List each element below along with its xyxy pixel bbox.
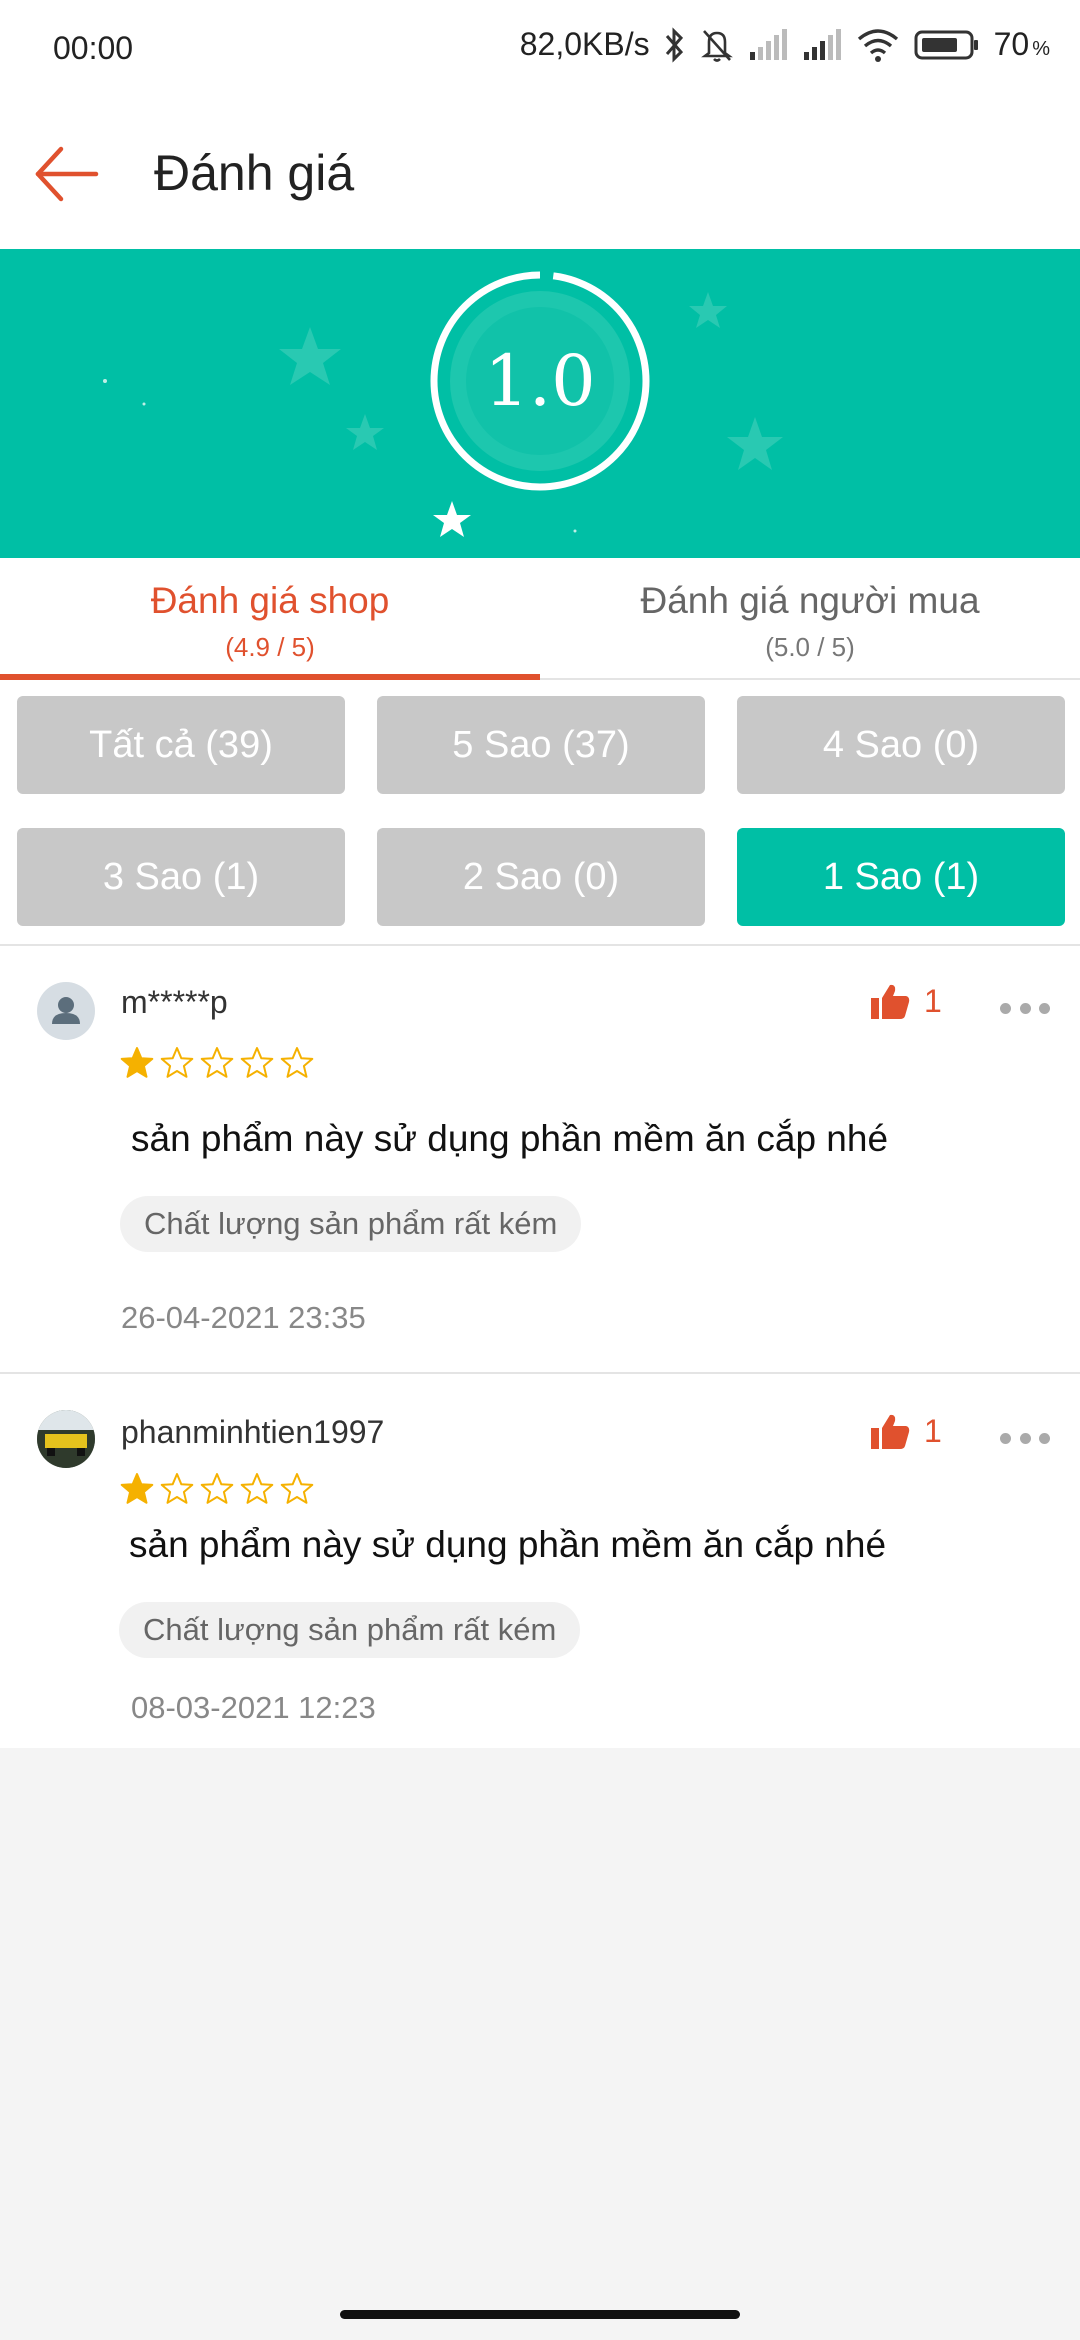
like-count: 1 (924, 982, 942, 1019)
more-options-button[interactable] (1000, 1431, 1050, 1445)
review-tag: Chất lượng sản phẩm rất kém (119, 1602, 581, 1658)
battery-icon (914, 30, 978, 59)
more-dot (1000, 1432, 1011, 1444)
review-date: 26-04-2021 23:35 (121, 1300, 366, 1335)
star-empty-icon (240, 1047, 274, 1078)
avatar[interactable] (37, 1410, 95, 1468)
tab-buyer-rating[interactable]: Đánh giá người mua (5.0 / 5) (540, 558, 1080, 678)
signal-icon (749, 28, 787, 60)
battery-unit: % (1032, 38, 1050, 60)
review-item: phanminhtien1997 1 sản phẩm này sử dụng … (0, 1372, 1080, 1748)
star-empty-icon (240, 1473, 274, 1504)
default-user-icon (52, 997, 80, 1024)
more-dot (1019, 1002, 1031, 1014)
more-dot (1000, 1002, 1011, 1014)
signal-icon (803, 28, 841, 60)
star-filled-icon (120, 1473, 154, 1504)
filter-3-star[interactable]: 3 Sao (1) (17, 828, 345, 926)
review-tag: Chất lượng sản phẩm rất kém (120, 1196, 582, 1252)
review-date: 08-03-2021 12:23 (131, 1690, 376, 1725)
star-empty-icon (160, 1047, 194, 1078)
star-empty-icon (200, 1473, 234, 1504)
star-empty-icon (280, 1047, 314, 1078)
tab-score: (4.9 / 5) (225, 632, 315, 662)
star-empty-icon (280, 1473, 314, 1504)
star-filters: Tất cả (39) 5 Sao (37) 4 Sao (0) 3 Sao (… (0, 680, 1080, 946)
rating-score: 1.0 (484, 340, 596, 422)
tab-score: (5.0 / 5) (765, 632, 855, 662)
more-dot (1039, 1432, 1050, 1444)
like-count: 1 (924, 1412, 942, 1449)
page-title: Đánh giá (154, 145, 355, 201)
filter-1-star[interactable]: 1 Sao (1) (737, 828, 1065, 926)
bluetooth-icon (665, 26, 683, 63)
thumbs-up-icon (871, 1414, 910, 1449)
star-filled-icon (120, 1047, 154, 1078)
filter-all[interactable]: Tất cả (39) (17, 696, 345, 794)
like-button[interactable]: 1 (870, 982, 942, 1020)
arrow-left-icon[interactable] (34, 141, 100, 207)
mute-icon (700, 29, 733, 62)
filter-4-star[interactable]: 4 Sao (0) (737, 696, 1065, 794)
review-username: m*****p (121, 984, 228, 1020)
filter-5-star[interactable]: 5 Sao (37) (377, 696, 705, 794)
status-time: 00:00 (53, 30, 134, 66)
more-dot (1019, 1432, 1031, 1444)
more-dot (1039, 1002, 1050, 1014)
star-empty-icon (200, 1047, 234, 1078)
filter-2-star[interactable]: 2 Sao (0) (377, 828, 705, 926)
star-rating (120, 1472, 314, 1506)
rating-banner: 1.0 (0, 249, 1080, 558)
star-empty-icon (160, 1473, 194, 1504)
review-list: m*****p 1 sản phẩm này sử dụng phần mềm … (0, 946, 1080, 1748)
review-username: phanminhtien1997 (121, 1414, 385, 1450)
tab-shop-rating[interactable]: Đánh giá shop (4.9 / 5) (0, 558, 540, 680)
status-icons: 82,0KB/s 70 % (520, 26, 1050, 63)
more-options-button[interactable] (1000, 1001, 1050, 1015)
battery-level: 70 (993, 26, 1030, 62)
network-speed: 82,0KB/s (519, 26, 650, 62)
home-indicator[interactable] (340, 2310, 740, 2319)
review-item: m*****p 1 sản phẩm này sử dụng phần mềm … (0, 946, 1080, 1372)
avatar[interactable] (37, 982, 95, 1040)
review-text: sản phẩm này sử dụng phần mềm ăn cắp nhé (131, 1118, 889, 1159)
review-text: sản phẩm này sử dụng phần mềm ăn cắp nhé (129, 1524, 887, 1565)
tab-label: Đánh giá shop (150, 580, 390, 621)
photo-avatar (37, 1410, 95, 1468)
like-button[interactable]: 1 (870, 1412, 942, 1450)
star-rating (120, 1046, 314, 1080)
wifi-icon (857, 28, 898, 62)
thumbs-up-icon (871, 984, 910, 1019)
status-bar: 00:00 82,0KB/s 70 % (0, 0, 1080, 96)
rating-tabs: Đánh giá shop (4.9 / 5) Đánh giá người m… (0, 558, 1080, 680)
app-bar: Đánh giá (0, 96, 1080, 249)
battery-percent: 70% (994, 26, 1050, 63)
tab-label: Đánh giá người mua (640, 580, 980, 621)
